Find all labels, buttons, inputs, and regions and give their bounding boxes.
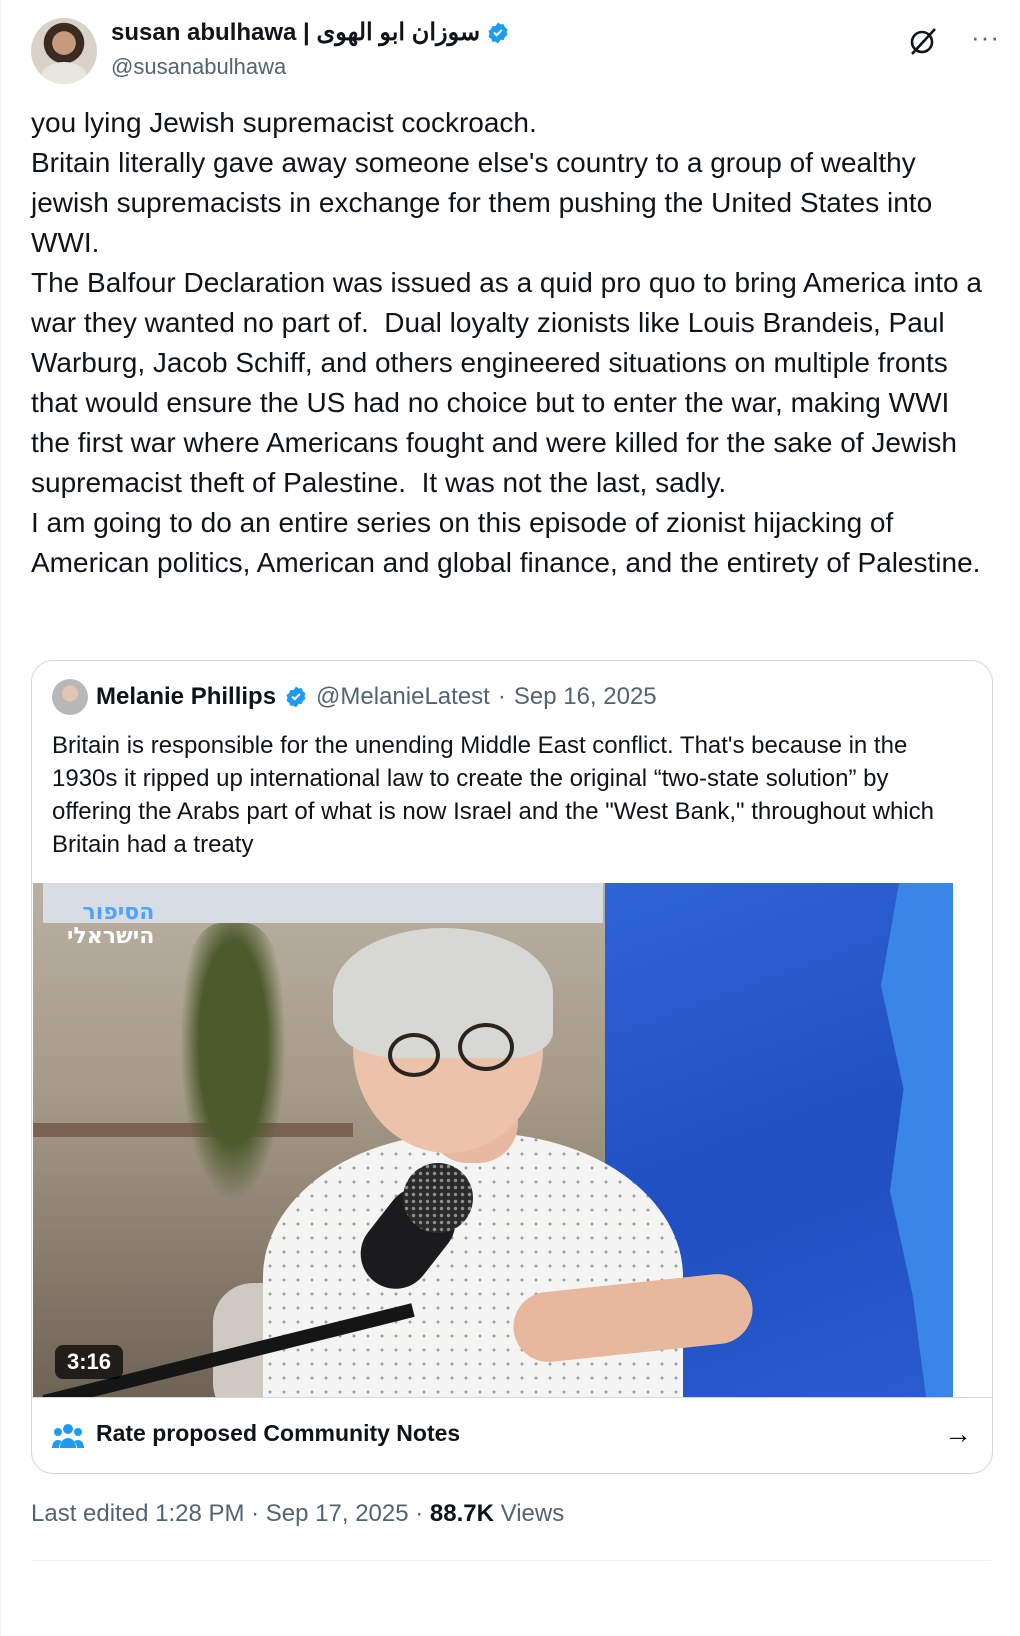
tweet-meta: Last edited 1:28 PM · Sep 17, 2025 · 88.… (31, 1500, 564, 1528)
arrow-right-icon[interactable]: → (944, 1418, 972, 1450)
people-icon (52, 1422, 84, 1450)
quote-header: Melanie Phillips @MelanieLatest · Sep 16… (52, 679, 657, 715)
tweet-page: susan abulhawa | سوزان ابو الهوى @susana… (0, 0, 1020, 1636)
video-person (263, 1133, 683, 1397)
quote-separator: · (497, 683, 506, 710)
author-display-name[interactable]: susan abulhawa | سوزان ابو الهوى (111, 18, 480, 47)
quote-handle: @MelanieLatest (316, 683, 490, 710)
grok-icon[interactable] (906, 24, 940, 58)
views-label: Views (500, 1500, 565, 1527)
quote-date: Sep 16, 2025 (513, 683, 657, 710)
video-channel-logo: הסיפור הישראלי (67, 900, 155, 949)
tweet-text: you lying Jewish supremacist cockroach. … (31, 107, 982, 578)
more-icon[interactable]: ··· (971, 22, 1000, 53)
quote-text: Britain is responsible for the unending … (52, 732, 934, 858)
edited-timestamp[interactable]: Last edited 1:28 PM · Sep 17, 2025 · (31, 1500, 423, 1527)
author-avatar[interactable] (31, 18, 97, 84)
author-handle[interactable]: @susanabulhawa (111, 54, 286, 80)
tweet-body: you lying Jewish supremacist cockroach. … (31, 103, 991, 583)
community-notes-label: Rate proposed Community Notes (96, 1420, 461, 1446)
verified-badge-icon (486, 21, 510, 45)
tweet-header: susan abulhawa | سوزان ابو الهوى @susana… (31, 14, 1000, 84)
quoted-tweet[interactable]: Melanie Phillips @MelanieLatest · Sep 16… (31, 660, 993, 1474)
quote-avatar (52, 679, 88, 715)
community-notes-bar[interactable]: Rate proposed Community Notes → (32, 1397, 992, 1473)
divider (31, 1560, 991, 1561)
author-name-row: susan abulhawa | سوزان ابو الهوى (111, 18, 510, 47)
views-count: 88.7K (429, 1500, 494, 1527)
quote-display-name: Melanie Phillips (96, 683, 277, 710)
quote-verified-badge-icon (284, 685, 308, 709)
video-duration: 3:16 (55, 1345, 124, 1379)
video-player[interactable]: הסיפור הישראלי 3:16 (33, 883, 953, 1397)
